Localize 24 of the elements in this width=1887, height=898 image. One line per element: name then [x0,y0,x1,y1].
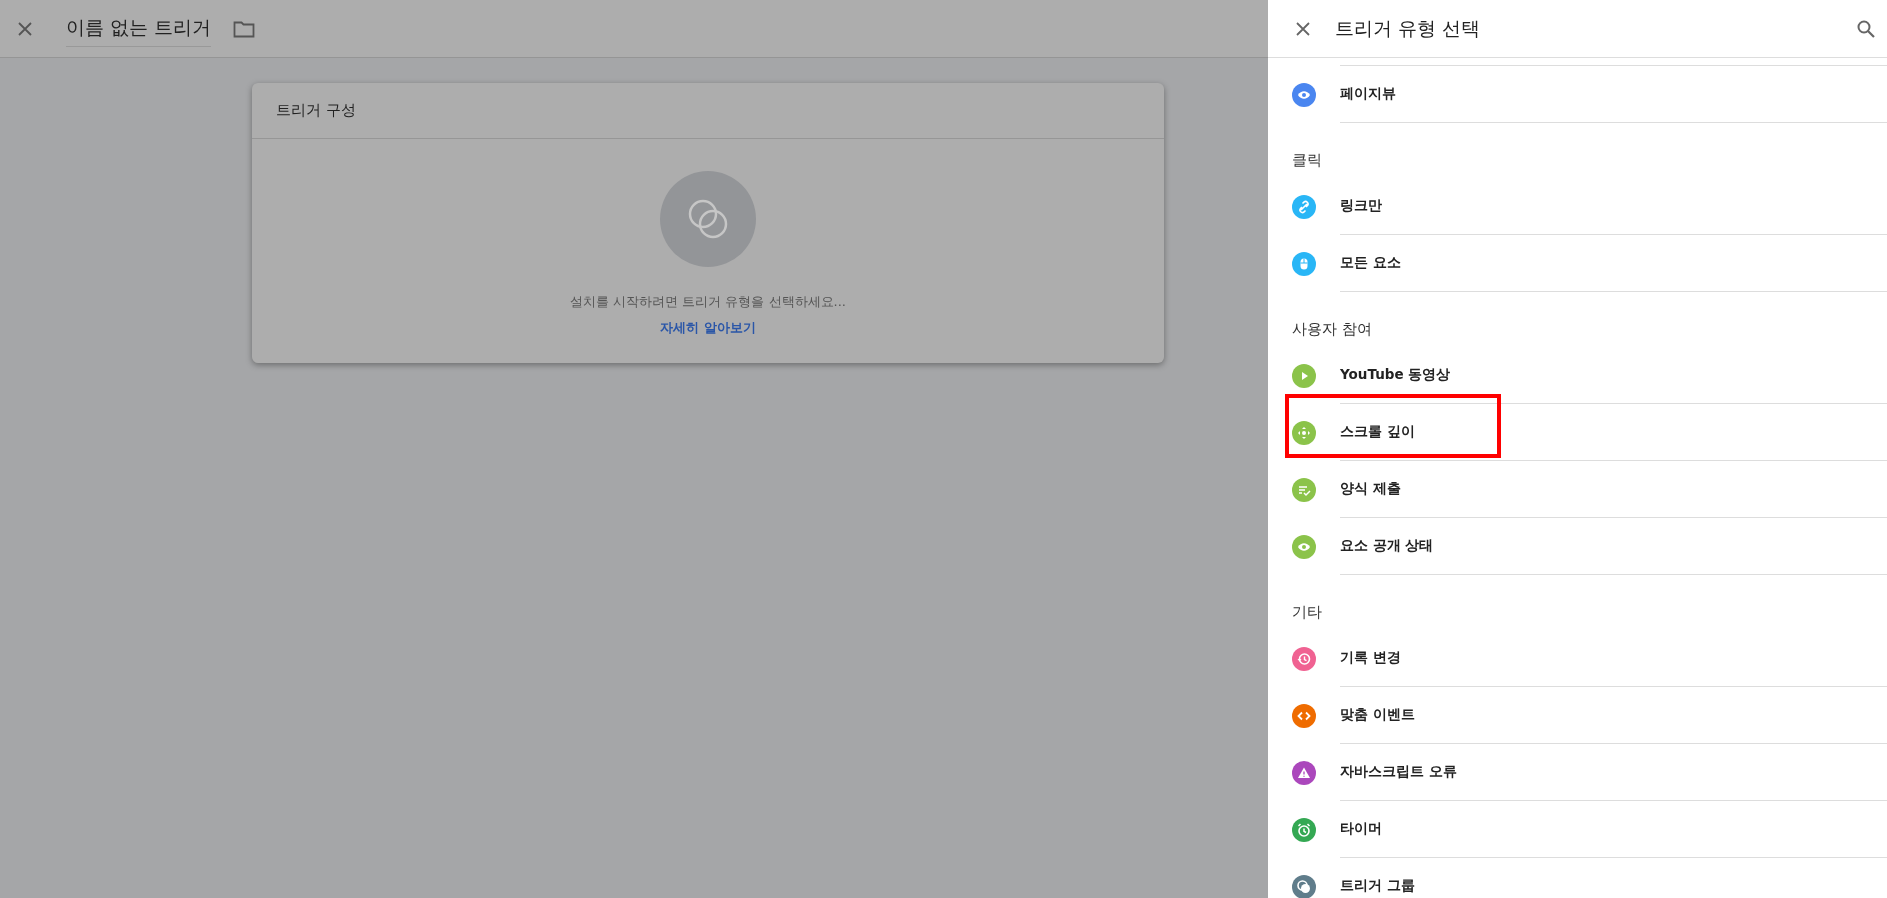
section-heading: 클릭 [1292,151,1322,170]
trigger-type-item[interactable]: 페이지뷰 [1268,66,1887,123]
trigger-type-item[interactable]: 양식 제출 [1268,461,1887,518]
trigger-type-item[interactable]: YouTube 동영상 [1268,347,1887,404]
section-heading: 기타 [1292,603,1322,622]
trigger-type-item[interactable]: 자바스크립트 오류 [1268,744,1887,801]
close-icon [18,21,32,36]
trigger-type-item[interactable]: 링크만 [1268,178,1887,235]
trigger-placeholder-icon[interactable] [660,171,756,267]
trigger-type-item[interactable]: 트리거 그룹 [1268,858,1887,898]
trigger-name-field[interactable]: 이름 없는 트리거 [66,10,212,47]
close-icon [1296,21,1310,36]
search-icon [1857,19,1875,38]
trigger-type-item[interactable]: 요소 공개 상태 [1268,518,1887,575]
trigger-type-item[interactable]: 기록 변경 [1268,630,1887,687]
section-heading: 사용자 참여 [1292,320,1372,339]
trigger-type-item[interactable]: 모든 요소 [1268,235,1887,292]
trigger-type-item[interactable]: 타이머 [1268,801,1887,858]
instruction-text: 설치를 시작하려면 트리거 유형을 선택하세요... [570,293,846,311]
trigger-type-item[interactable]: 스크롤 깊이 [1268,404,1887,461]
card-title: 트리거 구성 [276,101,356,120]
trigger-type-item[interactable]: 맞춤 이벤트 [1268,687,1887,744]
panel-title: 트리거 유형 선택 [1335,15,1482,41]
folder-icon [233,19,256,38]
